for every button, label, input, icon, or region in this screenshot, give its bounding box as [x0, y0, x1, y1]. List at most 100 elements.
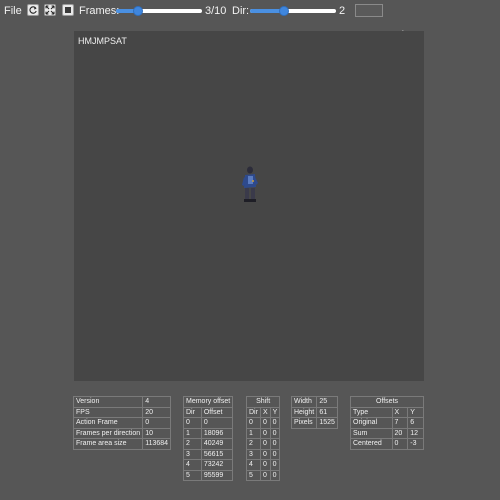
table-row: Version 4	[72, 396, 172, 408]
table-cell: Original	[350, 417, 393, 429]
table-cell: -3	[407, 438, 424, 450]
color-swatch[interactable]	[355, 4, 383, 17]
sprite-canvas[interactable]: HMJMPSAT	[74, 31, 424, 381]
table-cell: 0	[259, 459, 271, 471]
table-cell: 0	[269, 427, 281, 439]
table-cell: 2	[246, 438, 261, 450]
table-cell: 0	[259, 417, 271, 429]
table-row: 200	[246, 438, 281, 450]
table-cell: 0	[259, 448, 271, 460]
dir-slider[interactable]	[250, 6, 336, 16]
table-cell: Pixels	[290, 417, 318, 429]
table-cell: 0	[246, 417, 261, 429]
table-cell: 61	[316, 406, 338, 418]
table-cell: 7	[391, 417, 409, 429]
table-cell: Sum	[350, 427, 393, 439]
table-cell: FPS	[72, 406, 144, 418]
table-row: FPS 20	[72, 406, 172, 418]
table-row: 400	[246, 459, 281, 471]
shift-table: Shift Dir X Y 000100200300400500	[245, 396, 281, 481]
character-sprite	[242, 166, 258, 202]
table-row: 3 56615	[183, 448, 234, 460]
table-cell: Width	[290, 396, 318, 408]
column-header: Dir	[246, 406, 261, 418]
table-cell: Centered	[350, 438, 393, 450]
column-header: Dir	[183, 406, 202, 418]
table-row: Frames per direction 10	[72, 427, 172, 439]
frame-size-table: Width 25 Height 61 Pixels 1525	[290, 396, 338, 429]
table-row: 5 95599	[183, 469, 234, 481]
table-cell: Frame area size	[72, 438, 144, 450]
fit-to-screen-button[interactable]	[44, 4, 56, 16]
offsets-table: Offsets Type X Y Original 7 6 Sum 20 12 Centered…	[350, 396, 424, 450]
table-cell: 1	[246, 427, 261, 439]
table-row: 300	[246, 448, 281, 460]
offsets-title: Offsets	[350, 396, 424, 408]
table-row: Pixels 1525	[290, 417, 338, 429]
table-cell: 10	[142, 427, 172, 439]
table-row: 00	[183, 417, 234, 429]
table-cell: 73242	[200, 459, 234, 471]
dir-slider-thumb[interactable]	[279, 6, 290, 16]
column-header: Type	[350, 406, 393, 418]
toolbar: File Frames: 3/10 Dir: 2	[0, 0, 500, 24]
table-cell: 5	[246, 469, 261, 481]
frames-slider[interactable]	[116, 6, 202, 16]
memory-offset-title: Memory offset	[182, 396, 234, 408]
table-cell: 20	[142, 406, 172, 418]
table-cell: 1525	[316, 417, 338, 429]
table-cell: 0	[391, 438, 409, 450]
refresh-icon	[29, 6, 37, 14]
table-cell: 0	[200, 417, 234, 429]
table-cell: 0	[259, 427, 271, 439]
table-row: 1 18096	[183, 427, 234, 439]
table-cell: 4	[142, 396, 172, 408]
stop-icon	[65, 7, 71, 13]
table-row: Width 25	[290, 396, 338, 408]
column-header: Y	[269, 406, 281, 418]
table-row: 2 40249	[183, 438, 234, 450]
table-cell: Frames per direction	[72, 427, 144, 439]
table-cell: 113684	[142, 438, 172, 450]
refresh-button[interactable]	[27, 4, 39, 16]
table-cell: 3	[246, 448, 261, 460]
table-row: Height 61	[290, 406, 338, 418]
table-cell: 2	[183, 438, 202, 450]
table-cell: 0	[259, 469, 271, 481]
column-header: X	[259, 406, 271, 418]
table-row: Centered 0 -3	[350, 438, 424, 450]
frames-slider-thumb[interactable]	[132, 6, 143, 16]
table-cell: 0	[269, 417, 281, 429]
table-cell: 20	[391, 427, 409, 439]
table-cell: 56615	[200, 448, 234, 460]
table-cell: 18096	[200, 427, 234, 439]
table-cell: Version	[72, 396, 144, 408]
dir-value: 2	[339, 5, 346, 17]
table-row: Sum 20 12	[350, 427, 424, 439]
column-header: Offset	[200, 406, 234, 418]
frames-value: 3/10	[205, 5, 227, 17]
table-cell: 3	[183, 448, 202, 460]
dir-label: Dir:	[232, 5, 250, 17]
table-cell: 4	[246, 459, 261, 471]
table-row: 500	[246, 469, 281, 481]
table-row: Original 7 6	[350, 417, 424, 429]
column-header: X	[391, 406, 409, 418]
stop-button[interactable]	[62, 4, 74, 16]
file-menu[interactable]: File	[4, 5, 22, 17]
shift-title: Shift	[245, 396, 281, 408]
column-header: Y	[407, 406, 424, 418]
table-cell: Height	[290, 406, 318, 418]
table-cell: 5	[183, 469, 202, 481]
table-row: Frame area size 113684	[72, 438, 172, 450]
table-cell: 12	[407, 427, 424, 439]
table-cell: 1	[183, 427, 202, 439]
table-cell: 0	[269, 448, 281, 460]
table-cell: 40249	[200, 438, 234, 450]
frames-label: Frames:	[79, 5, 120, 17]
table-cell: 0	[269, 459, 281, 471]
table-cell: 0	[269, 469, 281, 481]
memory-offset-table: Memory offset Dir Offset 0 0 1 18096 2 40249 3 5…	[182, 396, 234, 481]
table-cell: 0	[259, 438, 271, 450]
fit-to-screen-icon	[45, 5, 55, 15]
